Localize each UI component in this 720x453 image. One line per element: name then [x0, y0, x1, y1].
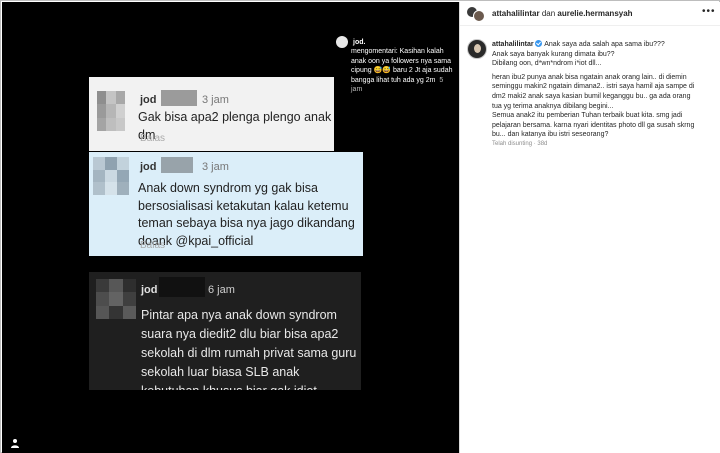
avatar-pixel [106, 104, 116, 118]
avatar-pixel [109, 292, 123, 306]
comment-time: 3 jam [202, 161, 229, 173]
blurred-avatar [97, 91, 125, 131]
username-redaction [161, 157, 193, 173]
instagram-post-frame: jod. mengomentari: Kasihan kalah anak oo… [0, 0, 720, 453]
post-sidebar: attahalilintar dan aurelie.hermansyah ••… [459, 2, 720, 453]
caption-line: dm2 maki2 anak saya kasian bumil kegangg… [492, 92, 691, 100]
avatar-pixel [93, 169, 105, 183]
avatar-pixel [105, 157, 117, 170]
caption-line: Dibilang oon, d*wn*ndrom i*iot dll... [492, 60, 602, 68]
caption-line: Anak saya banyak kurang dimata ibu?? [492, 50, 615, 58]
post-caption: attahalilintar Anak saya ada salah apa s… [492, 40, 714, 140]
caption-line: tua yg terima anaknya dibilang begini... [492, 102, 614, 110]
blurred-avatar [96, 279, 136, 319]
avatar-pixel [106, 91, 116, 105]
user-tag-icon[interactable] [10, 438, 20, 448]
comment-time: 3 jam [202, 94, 229, 106]
username-redaction [161, 90, 197, 106]
avatar-pixel [97, 117, 107, 131]
avatar-pixel [109, 279, 123, 293]
blurred-avatar [93, 157, 129, 195]
overlay-comment-text: mengomentari: Kasihan kalah anak oon ya … [351, 48, 453, 84]
overlay-comment-avatar [336, 36, 348, 48]
avatar-pixel [117, 157, 129, 170]
comment-text: Gak bisa apa2 plenga plengo anak dm [138, 110, 332, 142]
verified-badge-icon [534, 40, 542, 47]
caption-line: seminggu makin2 ngatain dimana2.. istri … [492, 83, 695, 91]
comment-card-2: jod 3 jam Anak down syndrom yg gak bisa … [89, 152, 363, 256]
avatar-pixel [105, 182, 117, 195]
header-username-1[interactable]: attahalilintar [492, 9, 540, 18]
avatar-pixel [115, 117, 125, 131]
reply-link: Balas [140, 133, 166, 144]
avatar-pixel [105, 169, 117, 183]
header-connector: dan [541, 9, 556, 18]
post-header: attahalilintar dan aurelie.hermansyah ••… [460, 2, 720, 26]
avatar-pixel [96, 305, 110, 319]
avatar-pixel [93, 182, 105, 195]
avatar-pixel [122, 279, 136, 293]
header-username-2[interactable]: aurelie.hermansyah [557, 9, 632, 18]
avatar-pixel [93, 157, 105, 170]
post-image[interactable]: jod. mengomentari: Kasihan kalah anak oo… [2, 2, 459, 453]
avatar-pixel [97, 104, 107, 118]
avatar-pixel [96, 279, 110, 293]
collab-avatars[interactable] [466, 6, 486, 22]
avatar-pixel [115, 104, 125, 118]
caption-username[interactable]: attahalilintar [492, 41, 534, 48]
caption-line: Anak saya ada salah apa sama ibu??? [544, 41, 665, 48]
comment-username: jod [141, 284, 158, 296]
avatar-pixel [106, 117, 116, 131]
avatar-pixel [96, 292, 110, 306]
avatar-pixel [117, 182, 129, 195]
username-redaction [159, 277, 205, 297]
caption-line: heran ibu2 punya anak bisa ngatain anak … [492, 73, 687, 81]
comment-card-3: jod 6 jam Pintar apa nya anak down syndr… [89, 272, 361, 390]
avatar-pixel [97, 91, 107, 105]
comment-text: Anak down syndrom yg gak bisa bersosiali… [138, 181, 355, 248]
comment-text: Pintar apa nya anak down syndrom suara n… [141, 308, 357, 390]
edited-timestamp: Telah disunting · 38d [492, 141, 548, 147]
comment-card-1: jod 3 jam Gak bisa apa2 plenga plengo an… [89, 77, 334, 151]
avatar-pixel [115, 91, 125, 105]
overlay-comment-body: mengomentari: Kasihan kalah anak oon ya … [351, 47, 455, 95]
collab-title: attahalilintar dan aurelie.hermansyah [492, 9, 633, 18]
avatar-pixel [122, 305, 136, 319]
avatar-pixel [122, 292, 136, 306]
caption-avatar[interactable] [467, 39, 487, 59]
avatar-pixel [109, 305, 123, 319]
comment-username: jod [140, 94, 157, 106]
caption-line: Semua anak2 itu pemberian Tuhan terbaik … [492, 112, 683, 120]
avatar [473, 10, 485, 22]
comment-username: jod [140, 161, 157, 173]
caption-line: pelajaran bersama. karna nyari identitas… [492, 121, 695, 129]
avatar-pixel [117, 169, 129, 183]
caption-line: bu... dan katanya ibu istri seseorang? [492, 131, 609, 139]
comment-time: 6 jam [208, 284, 235, 296]
reply-link: Balas [140, 240, 166, 251]
more-options-icon[interactable]: ••• [702, 6, 716, 17]
